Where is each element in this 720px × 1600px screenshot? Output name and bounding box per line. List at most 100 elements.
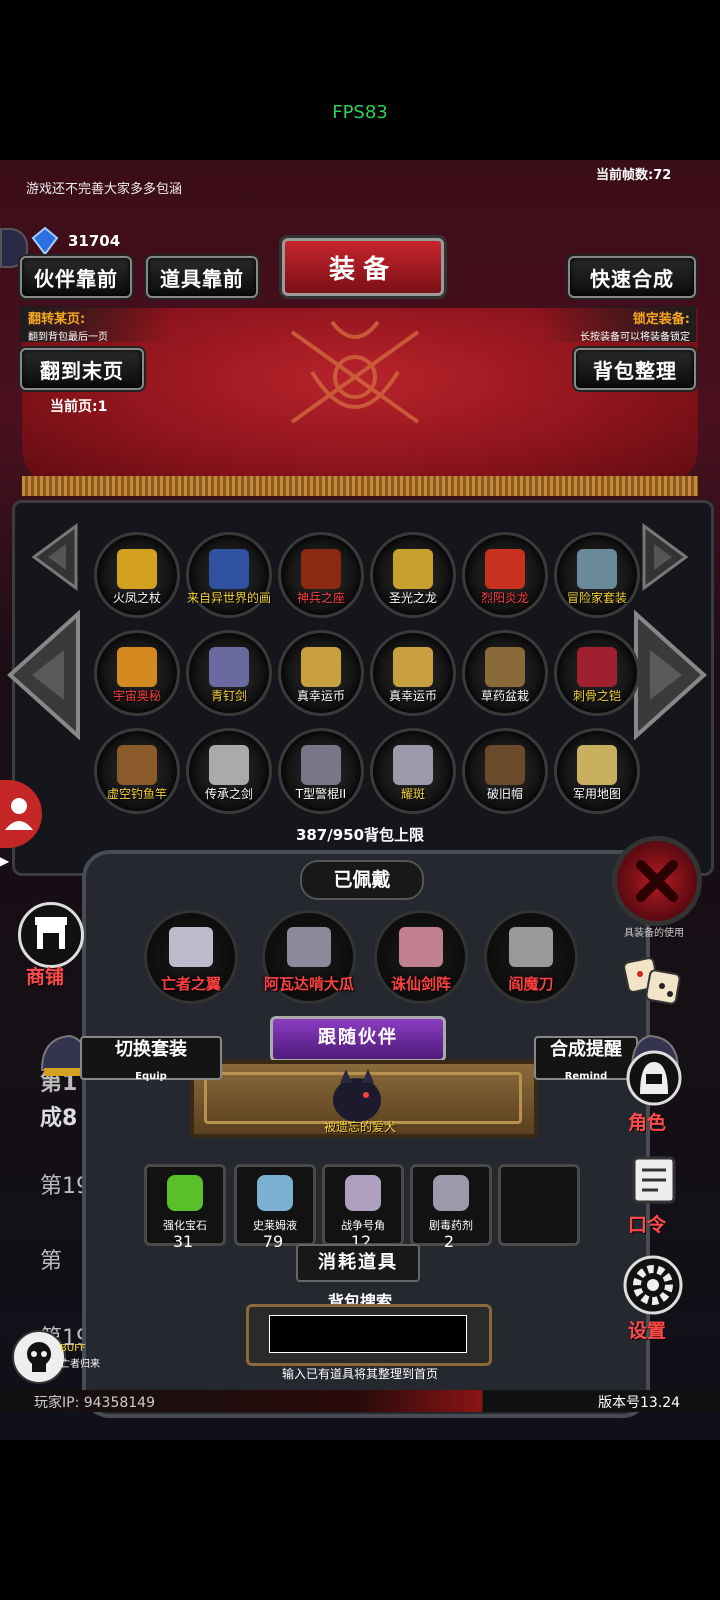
bone-wings-icon [169,927,213,967]
equipped-slot[interactable]: 亡者之翼 [144,910,238,1004]
search-hint: 输入已有道具将其整理到首页 [281,1367,438,1381]
blue-gem-icon [31,226,59,256]
inventory-slot[interactable]: 宇宙奥秘 [94,630,180,716]
map-icon [577,745,617,785]
plant-icon [485,647,525,687]
inventory-slot[interactable]: 火凤之杖 [94,532,180,618]
inventory-slot[interactable]: 来自异世界的画 [186,532,272,618]
gem-count: 31704 [68,232,121,250]
fishing-rod-icon [117,745,157,785]
equipped-slot[interactable]: 阎魔刀 [484,910,578,1004]
code-label: 口令 [628,1214,667,1236]
scroll-code-icon[interactable] [626,1152,682,1208]
consumable-label: 战争号角 [341,1219,385,1232]
collapse-toggle[interactable]: ▶ [0,850,70,868]
poison-icon [433,1175,469,1211]
prev-page-small-arrow-icon[interactable] [30,522,80,592]
merge-remind-label: 合成提醒 [550,1039,622,1060]
inventory-slot[interactable]: 青钉剑 [186,630,272,716]
version-text: 版本号13.24 [598,1395,681,1411]
inventory-slot[interactable]: 真幸运币 [370,630,456,716]
hat-icon [485,745,525,785]
equipped-slot[interactable]: 阿瓦达啃大瓜 [262,910,356,1004]
buff-badge[interactable] [12,1330,66,1384]
dice-icon[interactable] [622,950,686,1012]
item-label: 军用地图 [572,787,621,801]
item-label: 刺骨之铠 [572,689,621,703]
dragon-icon [393,549,433,589]
close-button[interactable] [612,836,702,926]
switch-set-button[interactable]: 切换套装 Equip [36,1030,222,1082]
consumable-count: 2 [443,1232,455,1251]
inventory-slot[interactable]: 刺骨之铠 [554,630,640,716]
consumables-title: 消耗道具 [296,1244,420,1282]
inventory-slot[interactable]: 圣光之龙 [370,532,456,618]
log-line: 第 [40,1249,63,1274]
consumable-label: 强化宝石 [163,1219,207,1232]
staff-icon [117,549,157,589]
consumable-empty-slot[interactable] [498,1164,580,1246]
partner-first-button[interactable]: 伙伴靠前 [20,256,132,298]
inventory-slot[interactable]: 传承之剑 [186,728,272,814]
inventory-slot[interactable]: 耀斑 [370,728,456,814]
inventory-slot[interactable]: 破旧帽 [462,728,548,814]
flip-to-last-page-button[interactable]: 翻到末页 [20,348,144,390]
shop-label: 商铺 [26,966,65,988]
buff-name: 亡者归来 [60,1359,100,1370]
close-icon [636,860,678,902]
shop-icon[interactable] [18,902,84,968]
inventory-slot[interactable]: 军用地图 [554,728,640,814]
item-first-button[interactable]: 道具靠前 [146,256,258,298]
quick-merge-button[interactable]: 快速合成 [568,256,696,298]
painting-icon [209,549,249,589]
armor-icon [577,647,617,687]
inventory-slot[interactable]: 虚空钓鱼竿 [94,728,180,814]
lock-title: 锁定装备: [632,312,690,327]
consumable-label: 史莱姆液 [253,1219,297,1232]
inventory-slot[interactable]: 草药盆栽 [462,630,548,716]
dagger-icon [209,745,249,785]
flip-desc: 翻到背包最后一页 [28,332,108,343]
equipped-label: 诛仙剑阵 [390,975,451,993]
gem-icon [167,1175,203,1211]
inventory-slot[interactable]: 烈阳炎龙 [462,532,548,618]
page-title: 装备 [282,238,444,296]
fps-counter: FPS83 [332,102,388,123]
sort-bag-button[interactable]: 背包整理 [574,348,696,390]
lock-desc: 长按装备可以将装备锁定 [580,332,690,343]
bag-capacity: 387/950背包上限 [295,826,425,844]
next-page-arrow-icon[interactable] [632,610,708,740]
skull-icon [27,1342,51,1372]
sword-icon [209,647,249,687]
coin-icon [301,647,341,687]
horn-icon [345,1175,381,1211]
consumable-count: 31 [172,1232,194,1251]
coin-icon [393,647,433,687]
role-icon[interactable] [626,1050,682,1106]
lock-info: 锁定装备: 长按装备可以将装备锁定 [540,306,696,343]
gear-icon[interactable] [622,1254,684,1316]
prev-page-arrow-icon[interactable] [6,610,82,740]
gem-counter: 31704 [30,226,130,256]
flip-title: 翻转某页: [28,312,86,327]
crossed-swords-emblem-icon [290,320,420,424]
person-icon [5,798,33,830]
equipped-slot[interactable]: 诛仙剑阵 [374,910,468,1004]
fire-dragon-icon [485,549,525,589]
item-label: 冒险家套装 [566,591,627,605]
equipped-label: 亡者之翼 [160,975,221,993]
buff-label: BUFF [60,1343,86,1354]
play-icon: ▶ [0,854,10,868]
wolf-dog-icon[interactable] [322,1065,392,1125]
equipped-title: 已佩戴 [300,860,424,900]
current-page: 当前页:1 [50,399,108,415]
inventory-slot[interactable]: 神兵之座 [278,532,364,618]
inventory-slot[interactable]: T型警棍II [278,728,364,814]
next-page-small-arrow-icon[interactable] [640,522,690,592]
search-input[interactable] [269,1315,467,1353]
frame-rate-text: 当前帧数:72 [596,168,672,183]
inventory-slot[interactable]: 真幸运币 [278,630,364,716]
log-line: 成8 [40,1106,78,1131]
inventory-slot[interactable]: 冒险家套装 [554,532,640,618]
flare-icon [393,745,433,785]
